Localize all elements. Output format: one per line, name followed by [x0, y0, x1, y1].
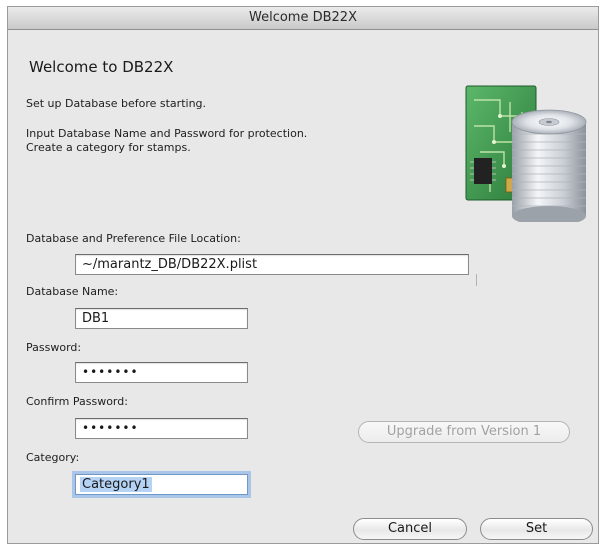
password-field[interactable]: •••••••: [75, 362, 248, 383]
cancel-button[interactable]: Cancel: [353, 518, 467, 540]
database-disk-stack-icon: [465, 85, 587, 222]
confirm-password-field[interactable]: •••••••: [75, 418, 248, 439]
category-instruction: Create a category for stamps.: [26, 141, 191, 154]
set-button[interactable]: Set: [480, 518, 593, 540]
upgrade-button[interactable]: Upgrade from Version 1: [358, 421, 570, 443]
welcome-dialog: Welcome DB22X Welcome to DB22X Set up Da…: [7, 6, 599, 544]
category-field[interactable]: Category1: [75, 474, 248, 495]
password-instruction: Input Database Name and Password for pro…: [26, 127, 308, 140]
location-field[interactable]: ~/marantz_DB/DB22X.plist: [75, 254, 469, 275]
location-label: Database and Preference File Location:: [26, 232, 241, 245]
database-name-label: Database Name:: [26, 285, 119, 298]
welcome-heading: Welcome to DB22X: [29, 58, 174, 76]
location-resize-handle[interactable]: [476, 274, 477, 286]
dialog-content: Welcome to DB22X Set up Database before …: [8, 30, 598, 543]
password-label: Password:: [26, 341, 82, 354]
category-value: Category1: [80, 477, 152, 492]
category-label: Category:: [26, 451, 80, 464]
setup-instruction: Set up Database before starting.: [26, 97, 207, 110]
window-title: Welcome DB22X: [8, 7, 598, 30]
confirm-password-label: Confirm Password:: [26, 395, 128, 408]
database-name-field[interactable]: DB1: [75, 308, 248, 329]
